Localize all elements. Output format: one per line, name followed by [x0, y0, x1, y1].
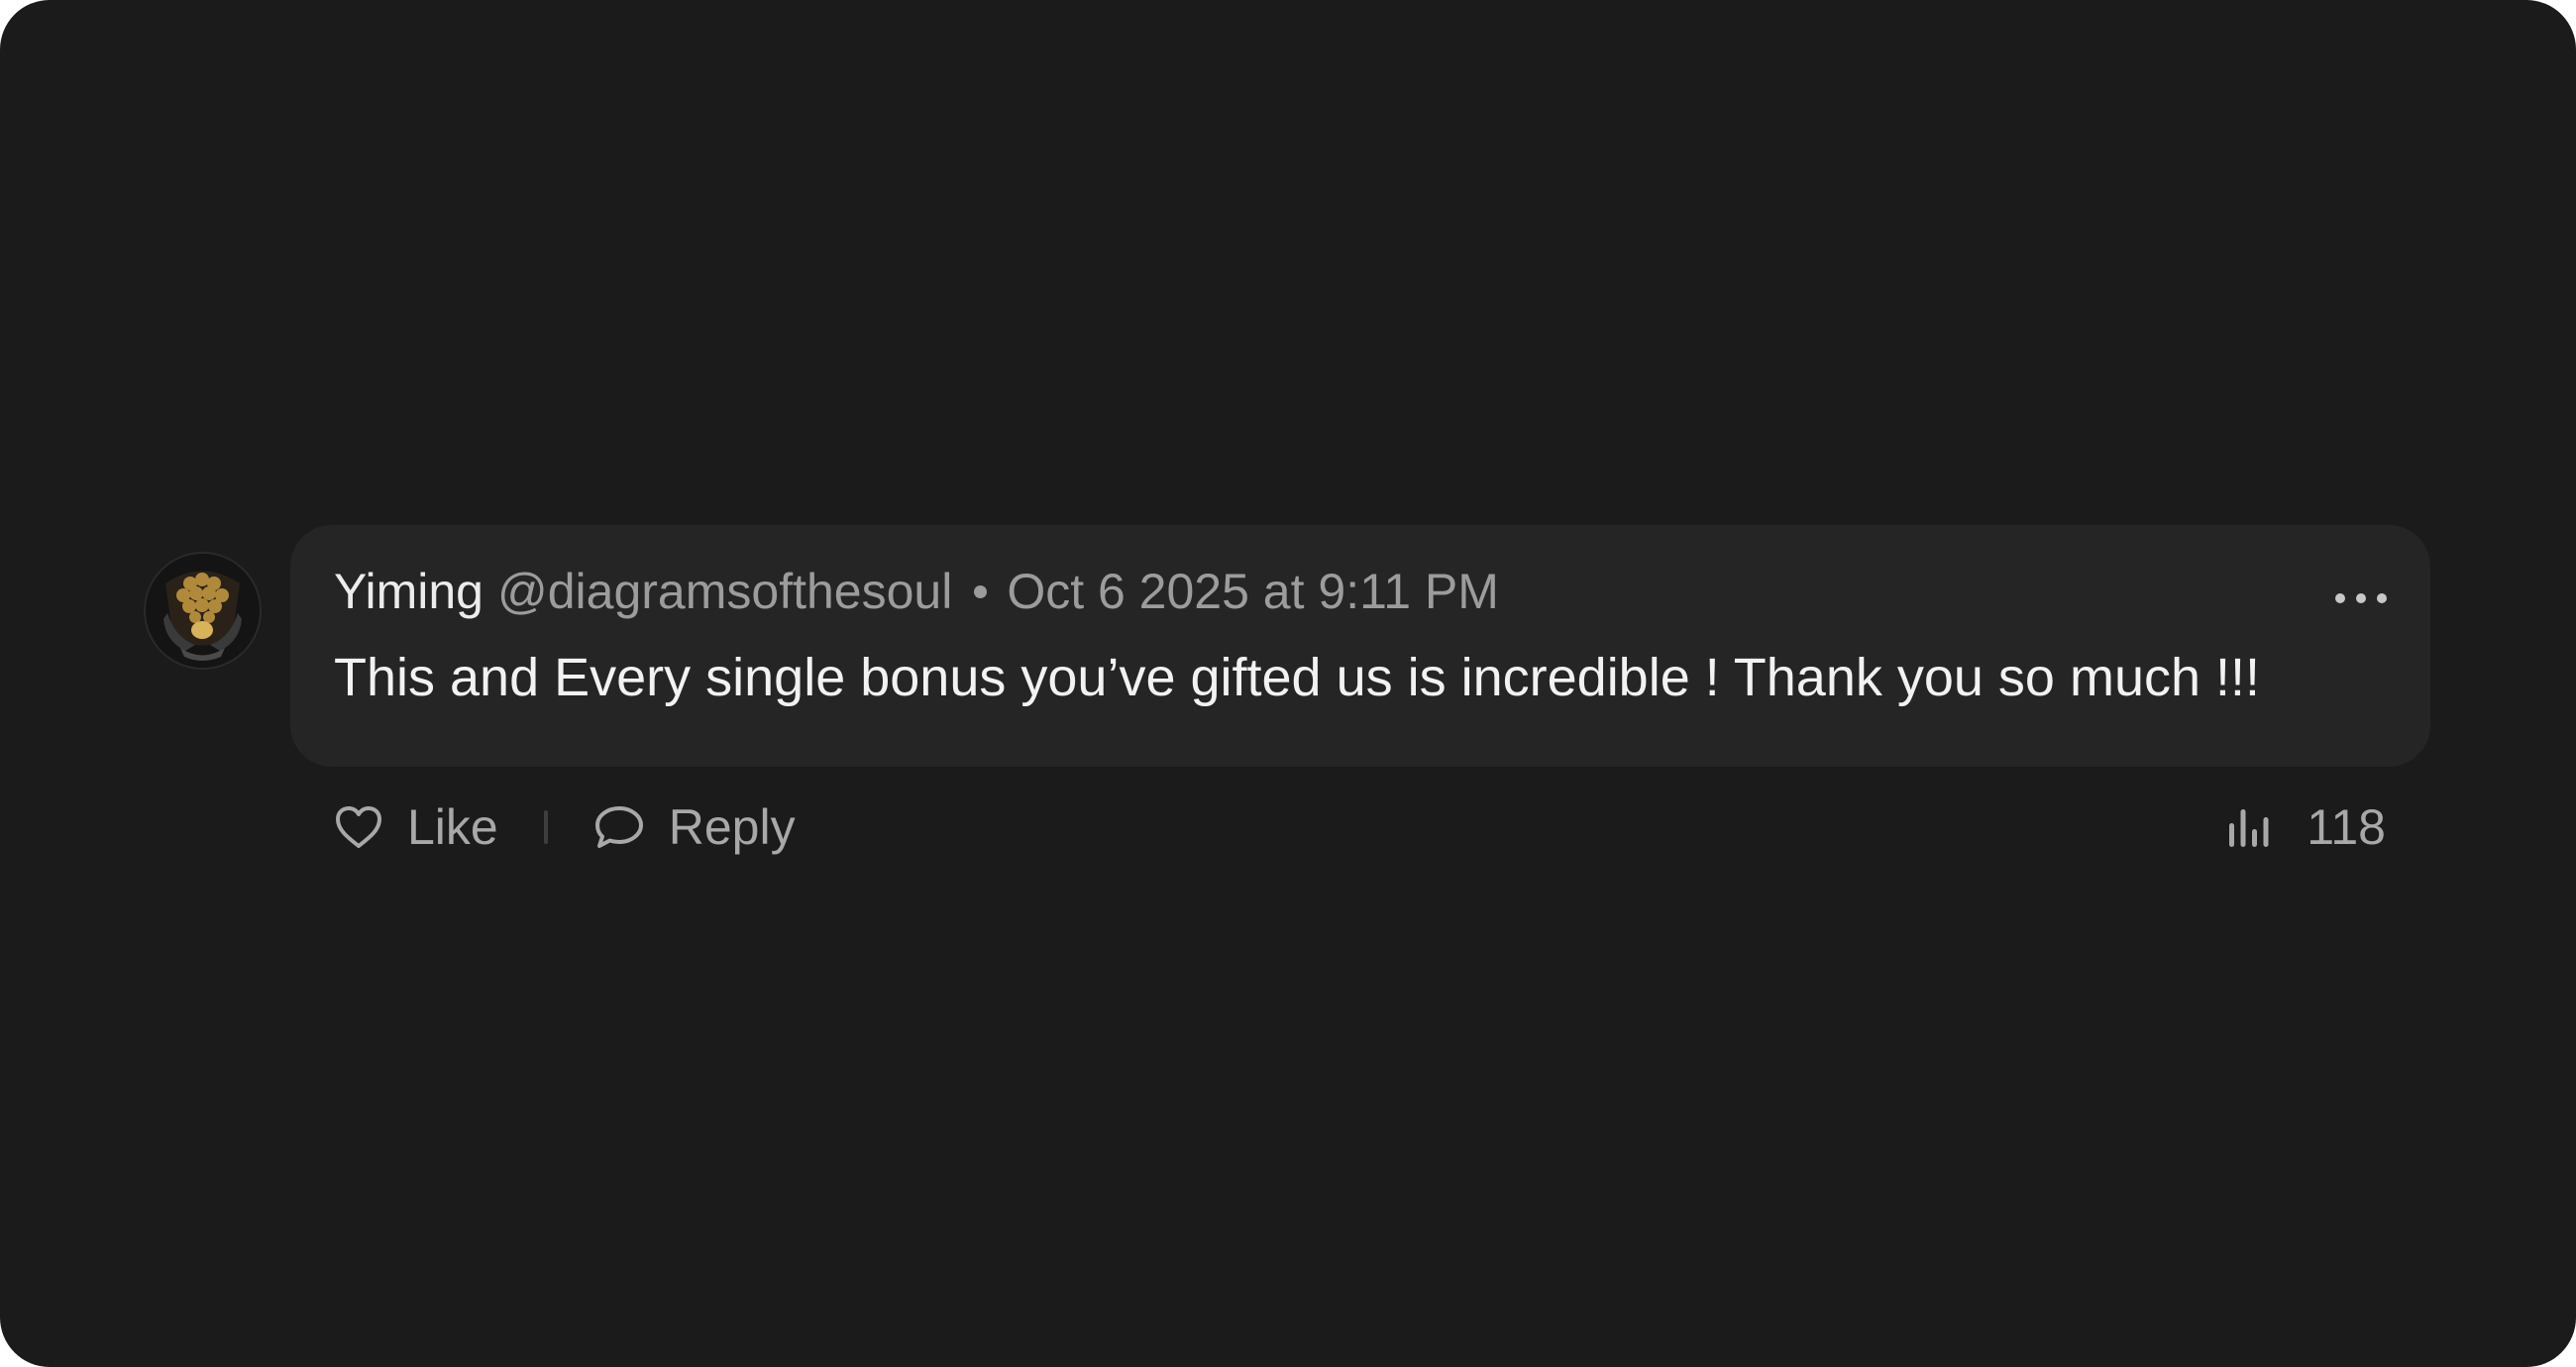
like-label: Like — [407, 799, 498, 855]
avatar-image — [146, 554, 260, 668]
comment-timestamp[interactable]: Oct 6 2025 at 9:11 PM — [1007, 563, 1499, 620]
views-count: 118 — [2307, 799, 2386, 855]
comment-meta: Yiming @diagramsofthesoul Oct 6 2025 at … — [334, 559, 1499, 624]
more-options-icon-dot — [2377, 593, 2387, 603]
views-counter: 118 — [2225, 790, 2386, 864]
bar-chart-icon — [2229, 809, 2269, 847]
comment-body: This and Every single bonus you’ve gifte… — [334, 648, 2261, 707]
speech-bubble-icon — [594, 806, 643, 848]
comment-bubble: Yiming @diagramsofthesoul Oct 6 2025 at … — [290, 525, 2430, 767]
more-options-button[interactable] — [2335, 586, 2387, 610]
reply-label: Reply — [668, 799, 796, 855]
avatar[interactable] — [146, 554, 260, 668]
author-handle[interactable]: @diagramsofthesoul — [497, 563, 952, 620]
comment-actions: Like Reply — [334, 790, 796, 864]
more-options-icon-dot — [2356, 593, 2366, 603]
heart-icon — [336, 806, 381, 848]
reply-button[interactable]: Reply — [593, 798, 796, 856]
like-button[interactable]: Like — [334, 798, 498, 856]
more-options-icon — [2335, 593, 2345, 603]
action-divider — [543, 810, 548, 844]
author-name[interactable]: Yiming — [334, 563, 483, 620]
separator-dot — [974, 584, 988, 598]
comment-card-frame: Yiming @diagramsofthesoul Oct 6 2025 at … — [0, 0, 2576, 1367]
